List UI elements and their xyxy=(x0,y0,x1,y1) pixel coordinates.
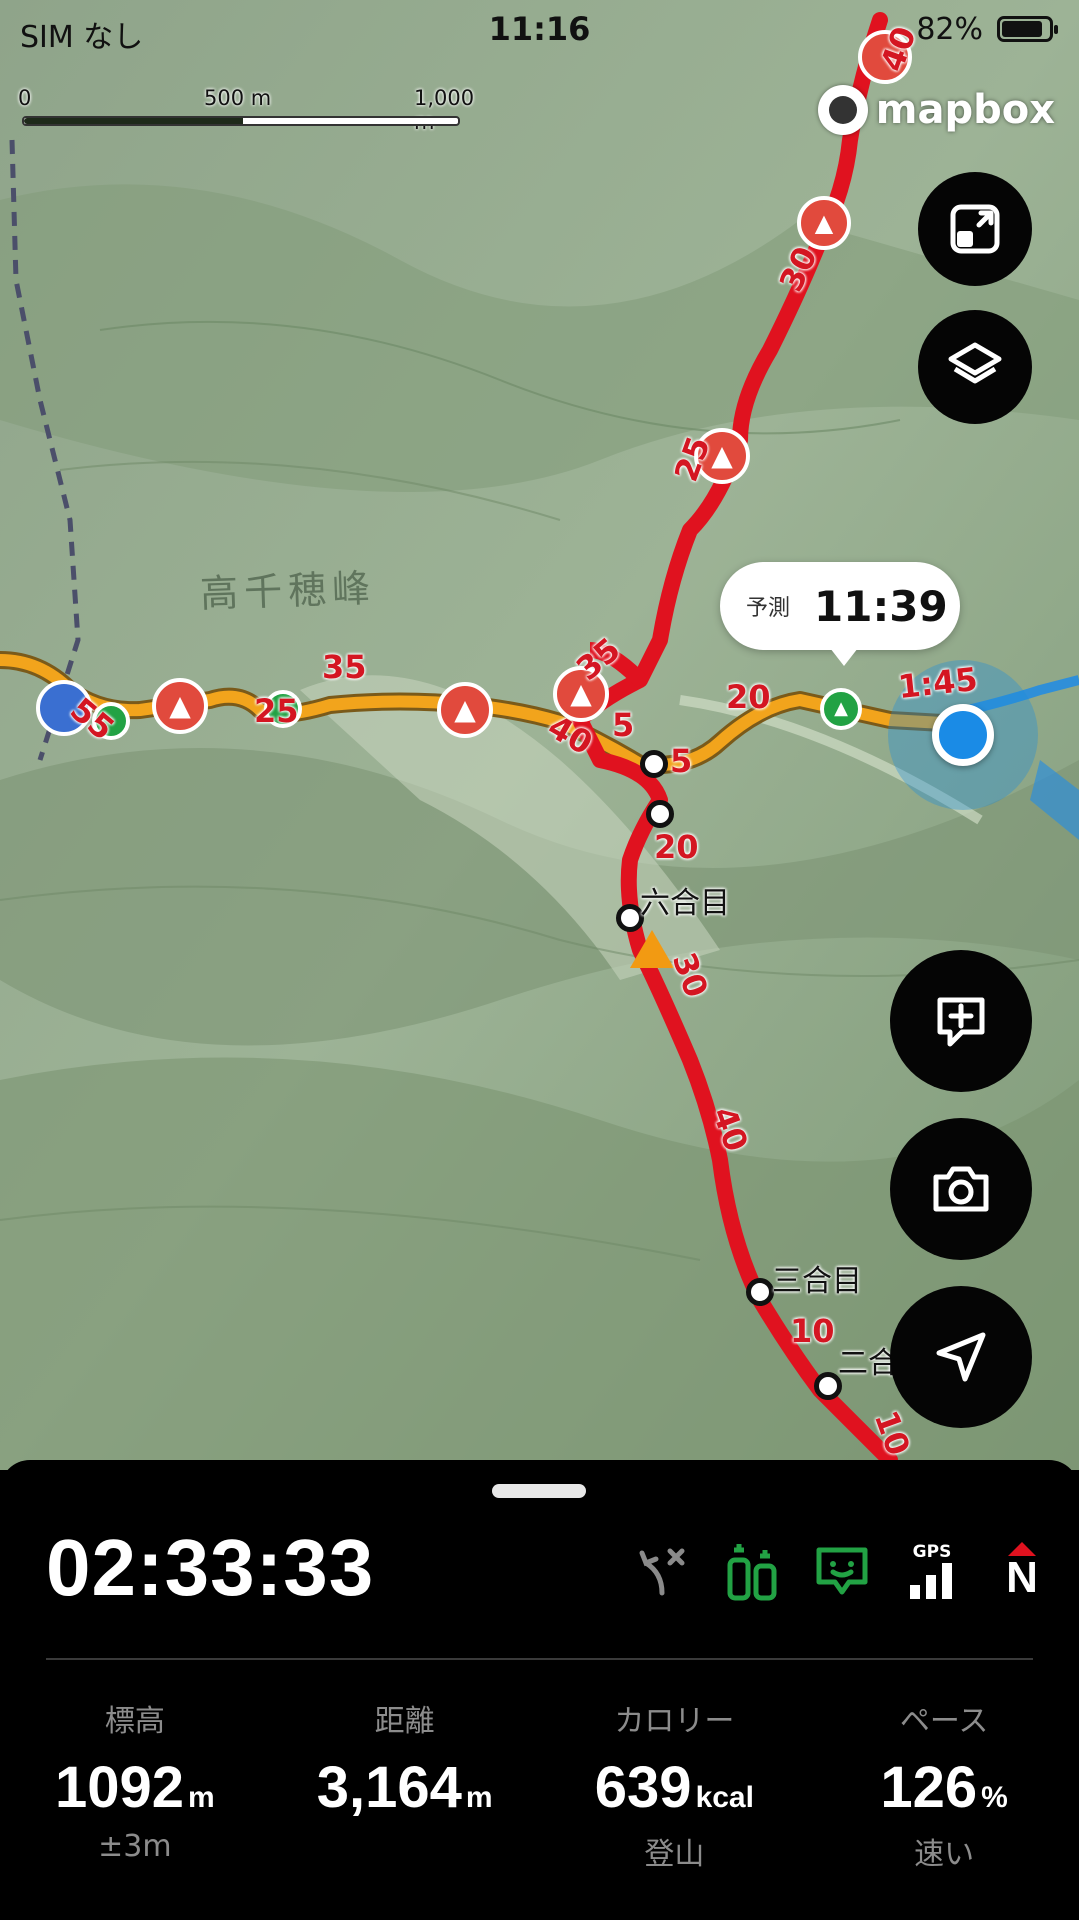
navigate-icon xyxy=(936,1332,986,1382)
checkpoint-icon[interactable] xyxy=(721,1538,783,1604)
stat-distance: 距離 3,164 m xyxy=(270,1696,540,1865)
stat-pace: ペース 126% 速い xyxy=(809,1696,1079,1872)
mapbox-attribution[interactable]: mapbox xyxy=(817,82,1055,138)
place-label: 二合 xyxy=(838,1346,898,1381)
route-label: 20 xyxy=(726,678,771,716)
warning-marker[interactable]: ▲ xyxy=(437,682,493,738)
stats-row: 標高 1092 m ±3m 距離 3,164 m カロリー 639 kcal 登山 ペ… xyxy=(0,1696,1079,1872)
stat-calories: カロリー 639 kcal 登山 xyxy=(540,1696,810,1872)
battery-percent: 82% xyxy=(916,12,983,47)
mapbox-wordmark: mapbox xyxy=(875,87,1055,133)
map-scale-bar: 0 500 m 1,000 m xyxy=(18,86,474,134)
layers-button[interactable] xyxy=(918,310,1032,424)
panel-grab-handle[interactable] xyxy=(492,1484,586,1498)
stat-unit: m xyxy=(465,1781,493,1814)
prediction-time: 11:39 xyxy=(814,581,948,631)
off-route-icon[interactable] xyxy=(631,1538,693,1604)
stat-value: 126 xyxy=(880,1755,978,1820)
compass-north-label: N xyxy=(1006,1553,1038,1602)
warning-marker[interactable]: ▲ xyxy=(152,678,208,734)
camera-button[interactable] xyxy=(890,1118,1032,1260)
scale-label: 500 m xyxy=(204,86,272,110)
stat-label: 距離 xyxy=(374,1704,435,1739)
status-bar: SIM なし 11:16 82% xyxy=(0,0,1079,60)
route-label: 10 xyxy=(790,1312,835,1350)
waypoint-marker[interactable] xyxy=(646,800,674,828)
prediction-label: 予測 xyxy=(746,596,791,621)
stat-unit: kcal xyxy=(695,1781,754,1814)
stat-sub: 速い xyxy=(914,1837,975,1872)
fit-route-icon xyxy=(950,204,1000,254)
current-location-dot xyxy=(932,704,994,766)
stat-value: 3,164 xyxy=(316,1755,462,1820)
add-memo-icon xyxy=(937,997,985,1047)
map-view[interactable]: ▲ ▲ ▲ ▲ ▲ ▲ 40 30 25 35 35 5 40 5 20 20 … xyxy=(0,0,1079,1470)
companion-icon[interactable] xyxy=(811,1538,873,1604)
stat-label: カロリー xyxy=(614,1704,735,1739)
predicted-arrival-bubble[interactable]: 予測 11:39 xyxy=(720,562,960,666)
stat-unit: m xyxy=(188,1781,215,1814)
scale-label: 0 xyxy=(18,86,32,110)
gps-signal-icon[interactable]: GPS xyxy=(901,1538,963,1604)
compass-icon[interactable]: N xyxy=(991,1538,1053,1604)
mapbox-logo-icon xyxy=(817,85,868,135)
navigate-button[interactable] xyxy=(890,1286,1032,1428)
stat-sub: 登山 xyxy=(644,1837,705,1872)
place-label: 三合目 xyxy=(772,1264,862,1299)
activity-panel[interactable]: 02:33:33 GPS N 標高 1092 m ±3m 距離 3,164 m … xyxy=(0,1460,1079,1920)
stat-value: 1092 xyxy=(55,1755,185,1820)
route-label: 5 xyxy=(612,706,635,744)
stat-value: 639 xyxy=(594,1755,692,1820)
layers-icon xyxy=(948,342,1002,384)
camera-icon xyxy=(933,1166,989,1212)
battery-icon xyxy=(997,16,1058,42)
place-label: 六合目 xyxy=(640,886,730,921)
stat-sub: ±3m xyxy=(98,1829,172,1864)
waypoint-marker[interactable] xyxy=(640,750,668,778)
add-memo-button[interactable] xyxy=(890,950,1032,1092)
stat-unit: % xyxy=(981,1781,1008,1814)
stat-sub xyxy=(270,1829,540,1865)
stat-elevation: 標高 1092 m ±3m xyxy=(0,1696,270,1865)
panel-divider xyxy=(46,1658,1033,1660)
status-icons: GPS N xyxy=(631,1538,1053,1604)
direction-marker[interactable]: ▲ xyxy=(797,196,851,250)
summit-marker[interactable]: ▲ xyxy=(820,688,862,730)
route-label: 5 xyxy=(670,742,693,780)
scale-label: 1,000 m xyxy=(414,86,475,134)
stat-label: ペース xyxy=(899,1704,989,1739)
fit-route-button[interactable] xyxy=(918,172,1032,286)
route-label: 35 xyxy=(322,648,367,686)
scale-bar xyxy=(22,116,460,126)
waypoint-marker[interactable] xyxy=(746,1278,774,1306)
peak-name-label: 高千穂峰 xyxy=(199,565,377,617)
gps-label: GPS xyxy=(912,1542,952,1562)
route-label: 20 xyxy=(654,828,699,866)
stat-label: 標高 xyxy=(104,1704,165,1739)
route-label: 25 xyxy=(254,692,299,730)
elapsed-time: 02:33:33 xyxy=(46,1523,375,1612)
